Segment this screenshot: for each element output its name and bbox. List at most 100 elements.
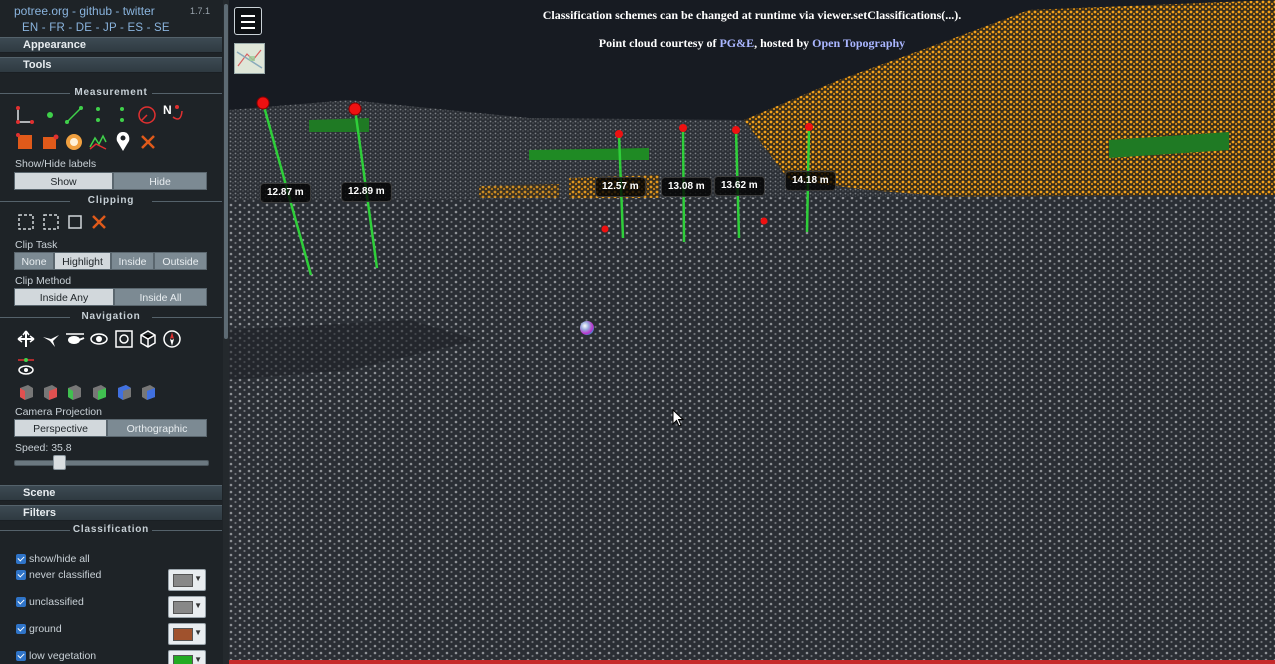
measurement-label[interactable]: 12.89 m [341,182,392,202]
clip-task-group: None Highlight Inside Outside [14,252,207,270]
class-checkbox[interactable] [16,624,26,635]
orbit-controls-icon[interactable] [89,329,109,349]
earth-controls-icon[interactable] [16,329,36,349]
back-view-icon[interactable] [89,382,109,402]
focus-icon[interactable] [114,329,134,349]
class-row-unclassified[interactable]: unclassified [16,596,84,610]
height-icon[interactable] [88,105,108,125]
sidebar: potree.org - github - twitter 1.7.1 EN -… [0,0,230,664]
hide-labels-button[interactable]: Hide [113,172,207,190]
accordion-tools[interactable]: Tools [0,57,222,73]
class-color-swatch [173,574,193,587]
open-topography-link[interactable]: Open Topography [812,36,905,50]
pge-link[interactable]: PG&E [719,36,754,50]
point-cloud-viewer[interactable]: Classification schemes can be changed at… [229,0,1275,664]
lang-en[interactable]: EN [22,22,38,34]
clip-task-outside[interactable]: Outside [154,252,207,270]
perspective-button[interactable]: Perspective [14,419,107,437]
distance-icon[interactable] [64,105,84,125]
top-view-icon[interactable] [114,382,134,402]
accordion-filters[interactable]: Filters [0,505,222,521]
class-row-low-vegetation[interactable]: low vegetation [16,650,96,664]
circle-icon[interactable] [112,105,132,125]
class-color-swatch [173,601,193,614]
lang-es[interactable]: ES [127,22,143,34]
mouse-cursor-icon [672,409,684,427]
compass-icon[interactable] [162,329,182,349]
bottom-view-icon[interactable] [138,382,158,402]
profile-icon[interactable] [88,132,108,152]
header-links: potree.org - github - twitter [14,4,155,18]
front-view-icon[interactable] [64,382,84,402]
accordion-scene[interactable]: Scene [0,485,222,501]
left-view-icon[interactable] [16,382,36,402]
measurement-label[interactable]: 14.18 m [785,171,836,191]
potree-link[interactable]: potree.org [14,4,69,18]
show-labels-button[interactable]: Show [14,172,113,190]
class-color-picker[interactable]: ▼ [168,623,206,645]
show-hide-all-row[interactable]: show/hide all [16,553,90,567]
point-cloud-canvas[interactable] [229,0,1275,664]
github-link[interactable]: github [79,4,112,18]
fly-controls-icon[interactable] [41,329,61,349]
area-icon[interactable] [15,132,35,152]
orthographic-button[interactable]: Orthographic [107,419,207,437]
class-label: unclassified [29,596,84,608]
clip-polygon-icon[interactable] [41,212,61,232]
class-row-never-classified[interactable]: never classified [16,569,101,583]
measurement-label[interactable]: 13.62 m [714,176,765,196]
speed-slider-track[interactable] [14,460,209,466]
right-view-icon[interactable] [40,382,60,402]
twitter-link[interactable]: twitter [123,4,155,18]
clip-method-group: Inside Any Inside All [14,288,207,306]
class-checkbox[interactable] [16,651,26,662]
class-checkbox[interactable] [16,570,26,581]
classification-banner: Classification schemes can be changed at… [542,8,962,22]
class-label: low vegetation [29,650,97,662]
lang-jp[interactable]: JP [103,22,117,34]
measurement-label[interactable]: 13.08 m [661,177,712,197]
clip-volume-icon[interactable] [16,212,36,232]
chevron-down-icon: ▼ [194,601,202,610]
class-label: ground [29,623,62,635]
class-checkbox[interactable] [16,597,26,608]
lang-se[interactable]: SE [154,22,170,34]
camera-projection-group: Perspective Orthographic [14,419,207,437]
north-arrow-icon[interactable]: N [161,101,185,127]
chevron-down-icon: ▼ [194,628,202,637]
class-row-ground[interactable]: ground [16,623,62,637]
helicopter-controls-icon[interactable] [65,329,85,349]
navcube-icon[interactable] [138,329,158,349]
volume-box-icon[interactable] [40,132,60,152]
speed-slider-handle[interactable] [53,455,67,470]
measurement-label[interactable]: 12.87 m [260,183,311,203]
point-icon[interactable] [40,105,60,125]
class-color-picker[interactable]: ▼ [168,650,206,664]
clip-task-inside[interactable]: Inside [111,252,154,270]
class-color-picker[interactable]: ▼ [168,596,206,618]
clip-method-inside-all[interactable]: Inside All [114,288,207,306]
annotation-icon[interactable] [113,130,133,154]
remove-all-icon[interactable] [138,132,158,152]
azimuth-icon[interactable] [137,105,157,125]
accordion-appearance[interactable]: Appearance [0,37,222,53]
class-color-picker[interactable]: ▼ [168,569,206,591]
volume-sphere-icon[interactable] [64,132,84,152]
version-label: 1.7.1 [190,6,211,16]
camera-animation-icon[interactable] [16,356,36,378]
clip-task-highlight[interactable]: Highlight [54,252,111,270]
class-color-swatch [173,655,193,664]
measurement-title: Measurement [0,87,222,98]
remove-clipping-icon[interactable] [89,212,109,232]
angle-icon[interactable] [15,105,35,125]
lang-de[interactable]: DE [76,22,92,34]
show-hide-all-checkbox[interactable] [16,554,26,565]
lang-fr[interactable]: FR [49,22,65,34]
language-links: EN - FR - DE - JP - ES - SE [22,22,170,34]
clip-method-inside-any[interactable]: Inside Any [14,288,114,306]
measurement-label[interactable]: 12.57 m [595,177,646,197]
progress-bar [229,660,1275,664]
clip-task-none[interactable]: None [14,252,54,270]
clip-screen-box-icon[interactable] [65,212,85,232]
sidebar-scrollbar-thumb[interactable] [224,4,228,339]
